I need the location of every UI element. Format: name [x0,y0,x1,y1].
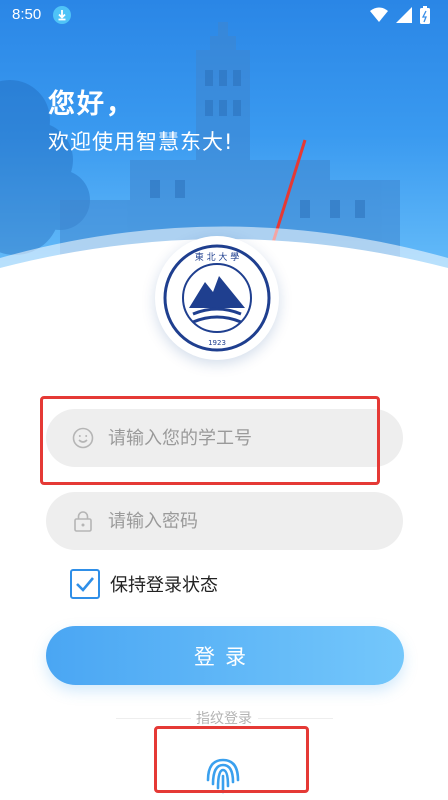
greeting-title: 您好， [48,89,135,120]
remember-label: 保持登录状态 [110,575,218,596]
status-bar: 8:50 [0,0,448,32]
svg-text:東 北 大 學: 東 北 大 學 [195,251,240,263]
annotation-box-fingerprint [154,726,309,793]
login-button[interactable]: 登录 [46,626,404,685]
welcome-subtitle: 欢迎使用智慧东大! [48,130,234,154]
password-input[interactable] [108,492,378,550]
download-icon [53,6,71,24]
lock-icon [74,511,92,532]
university-seal-icon: 東 北 大 學 1923 [163,244,271,352]
checkmark-icon [76,577,94,592]
svg-text:1923: 1923 [208,339,226,347]
signal-icon [396,7,412,23]
wifi-icon [370,7,388,22]
university-logo: 東 北 大 學 1923 [155,236,279,360]
remember-checkbox[interactable] [70,569,100,599]
status-time: 8:50 [12,6,42,23]
battery-icon [420,6,430,24]
annotation-box-username [40,396,380,485]
password-field-container [46,492,403,550]
remember-login-row[interactable]: 保持登录状态 [70,569,218,599]
fingerprint-login-label: 指纹登录 [196,711,252,727]
